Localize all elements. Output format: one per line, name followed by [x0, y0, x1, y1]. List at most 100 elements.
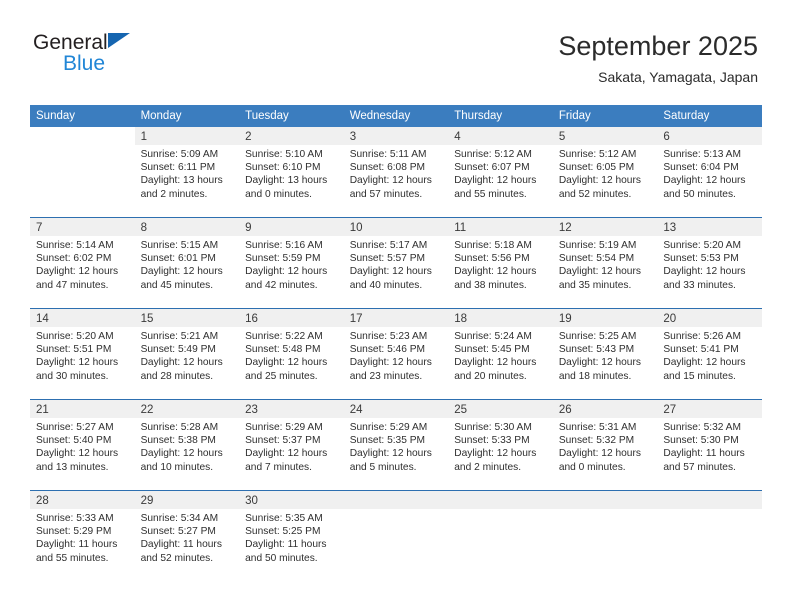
- day-number-band: 20: [657, 309, 762, 327]
- day-number-band: 27: [657, 400, 762, 418]
- day-cell[interactable]: 21 Sunrise: 5:27 AM Sunset: 5:40 PM Dayligh…: [30, 400, 135, 490]
- day-number: 9: [245, 222, 252, 234]
- sunset-time: Sunset: 5:49 PM: [140, 344, 216, 356]
- sunrise-time: Sunrise: 5:27 AM: [36, 422, 114, 433]
- daylight-duration-line2: and 57 minutes.: [663, 461, 736, 473]
- sunset-time: Sunset: 5:25 PM: [245, 526, 321, 538]
- sunset-time: Sunset: 5:30 PM: [663, 435, 739, 447]
- daylight-duration-line1: Daylight: 11 hours: [36, 539, 118, 551]
- day-number-band: 30: [239, 491, 344, 509]
- day-cell[interactable]: 27 Sunrise: 5:32 AM Sunset: 5:30 PM Dayligh…: [657, 400, 762, 490]
- day-cell[interactable]: 30 Sunrise: 5:35 AM Sunset: 5:25 PM Dayligh…: [239, 491, 344, 581]
- day-number: 17: [349, 313, 363, 325]
- day-number-band: 17: [343, 309, 449, 327]
- day-cell[interactable]: 3 Sunrise: 5:11 AM Sunset: 6:08 PM Daylight…: [343, 127, 449, 217]
- day-number-band: 4: [448, 127, 553, 145]
- day-cell[interactable]: 29 Sunrise: 5:34 AM Sunset: 5:27 PM Dayligh…: [134, 491, 240, 581]
- day-details: Sunrise: 5:13 AM Sunset: 6:04 PM Daylight:…: [657, 145, 762, 201]
- day-number-band: 19: [552, 309, 658, 327]
- calendar-cell: 29 Sunrise: 5:34 AM Sunset: 5:27 PM Dayligh…: [134, 490, 240, 581]
- day-number-band: 22: [134, 400, 240, 418]
- day-cell[interactable]: 24 Sunrise: 5:29 AM Sunset: 5:35 PM Dayligh…: [343, 400, 449, 490]
- calendar-cell: 23 Sunrise: 5:29 AM Sunset: 5:37 PM Dayligh…: [239, 399, 344, 491]
- calendar-cell: [30, 127, 135, 218]
- daylight-duration-line2: and 15 minutes.: [663, 370, 736, 382]
- day-number-band: 9: [239, 218, 344, 236]
- day-cell[interactable]: 9 Sunrise: 5:16 AM Sunset: 5:59 PM Daylight…: [239, 218, 344, 308]
- day-cell[interactable]: 12 Sunrise: 5:19 AM Sunset: 5:54 PM Dayligh…: [552, 218, 658, 308]
- day-cell[interactable]: 2 Sunrise: 5:10 AM Sunset: 6:10 PM Daylight…: [239, 127, 344, 217]
- day-cell-empty: [343, 491, 449, 581]
- calendar-cell: 11 Sunrise: 5:18 AM Sunset: 5:56 PM Dayligh…: [448, 217, 553, 309]
- calendar-cell: 5 Sunrise: 5:12 AM Sunset: 6:05 PM Daylight…: [552, 127, 658, 218]
- day-details: Sunrise: 5:33 AM Sunset: 5:29 PM Daylight:…: [30, 509, 135, 565]
- calendar-cell: 10 Sunrise: 5:17 AM Sunset: 5:57 PM Dayligh…: [343, 217, 449, 309]
- title-block: September 2025 Sakata, Yamagata, Japan: [558, 30, 758, 86]
- day-cell[interactable]: 1 Sunrise: 5:09 AM Sunset: 6:11 PM Daylight…: [134, 127, 240, 217]
- day-cell[interactable]: 13 Sunrise: 5:20 AM Sunset: 5:53 PM Dayligh…: [657, 218, 762, 308]
- daylight-duration-line2: and 10 minutes.: [140, 461, 214, 473]
- sunrise-time: Sunrise: 5:19 AM: [558, 240, 637, 251]
- calendar-cell: 20 Sunrise: 5:26 AM Sunset: 5:41 PM Dayligh…: [657, 308, 762, 400]
- day-cell[interactable]: 15 Sunrise: 5:21 AM Sunset: 5:49 PM Dayligh…: [134, 309, 240, 399]
- day-cell[interactable]: 11 Sunrise: 5:18 AM Sunset: 5:56 PM Dayligh…: [448, 218, 553, 308]
- sunset-time: Sunset: 5:32 PM: [558, 435, 635, 447]
- sunrise-time: Sunrise: 5:31 AM: [558, 422, 637, 433]
- day-cell[interactable]: 25 Sunrise: 5:30 AM Sunset: 5:33 PM Dayligh…: [448, 400, 553, 490]
- daylight-duration-line1: Daylight: 13 hours: [245, 175, 328, 187]
- day-cell[interactable]: 14 Sunrise: 5:20 AM Sunset: 5:51 PM Dayligh…: [30, 309, 135, 399]
- day-cell[interactable]: 18 Sunrise: 5:24 AM Sunset: 5:45 PM Dayligh…: [448, 309, 553, 399]
- day-cell[interactable]: 20 Sunrise: 5:26 AM Sunset: 5:41 PM Dayligh…: [657, 309, 762, 399]
- day-cell[interactable]: 17 Sunrise: 5:23 AM Sunset: 5:46 PM Dayligh…: [343, 309, 449, 399]
- daylight-duration-line2: and 45 minutes.: [140, 279, 214, 291]
- day-cell[interactable]: 5 Sunrise: 5:12 AM Sunset: 6:05 PM Daylight…: [552, 127, 658, 217]
- sunset-time: Sunset: 5:41 PM: [663, 344, 739, 356]
- day-details: Sunrise: 5:12 AM Sunset: 6:05 PM Daylight:…: [553, 145, 658, 201]
- daylight-duration-line2: and 50 minutes.: [245, 552, 318, 564]
- day-cell[interactable]: 26 Sunrise: 5:31 AM Sunset: 5:32 PM Dayligh…: [552, 400, 658, 490]
- day-cell[interactable]: 4 Sunrise: 5:12 AM Sunset: 6:07 PM Daylight…: [448, 127, 553, 217]
- daylight-duration-line2: and 13 minutes.: [36, 461, 109, 473]
- sunrise-time: Sunrise: 5:22 AM: [245, 331, 323, 342]
- day-cell[interactable]: 8 Sunrise: 5:15 AM Sunset: 6:01 PM Daylight…: [134, 218, 240, 308]
- day-cell[interactable]: 23 Sunrise: 5:29 AM Sunset: 5:37 PM Dayligh…: [239, 400, 344, 490]
- day-number-band: [343, 491, 449, 509]
- day-number-band: 29: [134, 491, 240, 509]
- daylight-duration-line1: Daylight: 12 hours: [349, 357, 432, 369]
- day-cell[interactable]: 19 Sunrise: 5:25 AM Sunset: 5:43 PM Dayligh…: [552, 309, 658, 399]
- daylight-duration-line2: and 18 minutes.: [558, 370, 632, 382]
- daylight-duration-line2: and 2 minutes.: [140, 188, 208, 200]
- sunrise-time: Sunrise: 5:11 AM: [349, 149, 427, 160]
- day-cell[interactable]: 10 Sunrise: 5:17 AM Sunset: 5:57 PM Dayligh…: [343, 218, 449, 308]
- day-details: Sunrise: 5:31 AM Sunset: 5:32 PM Daylight:…: [553, 418, 658, 474]
- sunset-time: Sunset: 5:45 PM: [454, 344, 530, 356]
- daylight-duration-line1: Daylight: 13 hours: [140, 175, 223, 187]
- calendar-cell: 4 Sunrise: 5:12 AM Sunset: 6:07 PM Daylight…: [448, 127, 553, 218]
- sunrise-time: Sunrise: 5:32 AM: [663, 422, 741, 433]
- day-number: 30: [245, 495, 258, 507]
- daylight-duration-line2: and 50 minutes.: [663, 188, 736, 200]
- sunrise-time: Sunrise: 5:13 AM: [663, 149, 741, 160]
- daylight-duration-line2: and 2 minutes.: [454, 461, 522, 473]
- day-number-band: 15: [134, 309, 240, 327]
- calendar-cell: 7 Sunrise: 5:14 AM Sunset: 6:02 PM Daylight…: [30, 217, 135, 309]
- daylight-duration-line2: and 20 minutes.: [454, 370, 527, 382]
- sunset-time: Sunset: 6:04 PM: [663, 162, 739, 174]
- sunrise-time: Sunrise: 5:10 AM: [245, 149, 323, 160]
- day-cell[interactable]: 28 Sunrise: 5:33 AM Sunset: 5:29 PM Dayligh…: [30, 491, 135, 581]
- day-number: 16: [245, 313, 258, 325]
- day-number-band: 23: [239, 400, 344, 418]
- day-cell[interactable]: 22 Sunrise: 5:28 AM Sunset: 5:38 PM Dayligh…: [134, 400, 240, 490]
- day-cell[interactable]: 7 Sunrise: 5:14 AM Sunset: 6:02 PM Daylight…: [30, 218, 135, 308]
- logo-generalblue[interactable]: General Blue: [33, 32, 253, 80]
- day-cell[interactable]: 6 Sunrise: 5:13 AM Sunset: 6:04 PM Daylight…: [657, 127, 762, 217]
- day-cell[interactable]: 16 Sunrise: 5:22 AM Sunset: 5:48 PM Dayligh…: [239, 309, 344, 399]
- day-cell-empty: [30, 127, 135, 217]
- daylight-duration-line1: Daylight: 12 hours: [663, 266, 746, 278]
- day-number: 5: [558, 131, 566, 143]
- calendar-cell: 18 Sunrise: 5:24 AM Sunset: 5:45 PM Dayligh…: [448, 308, 553, 400]
- calendar-cell: 1 Sunrise: 5:09 AM Sunset: 6:11 PM Daylight…: [134, 127, 240, 218]
- calendar-cell: 25 Sunrise: 5:30 AM Sunset: 5:33 PM Dayligh…: [448, 399, 553, 491]
- day-number: 4: [454, 131, 461, 143]
- sunrise-time: Sunrise: 5:17 AM: [349, 240, 428, 251]
